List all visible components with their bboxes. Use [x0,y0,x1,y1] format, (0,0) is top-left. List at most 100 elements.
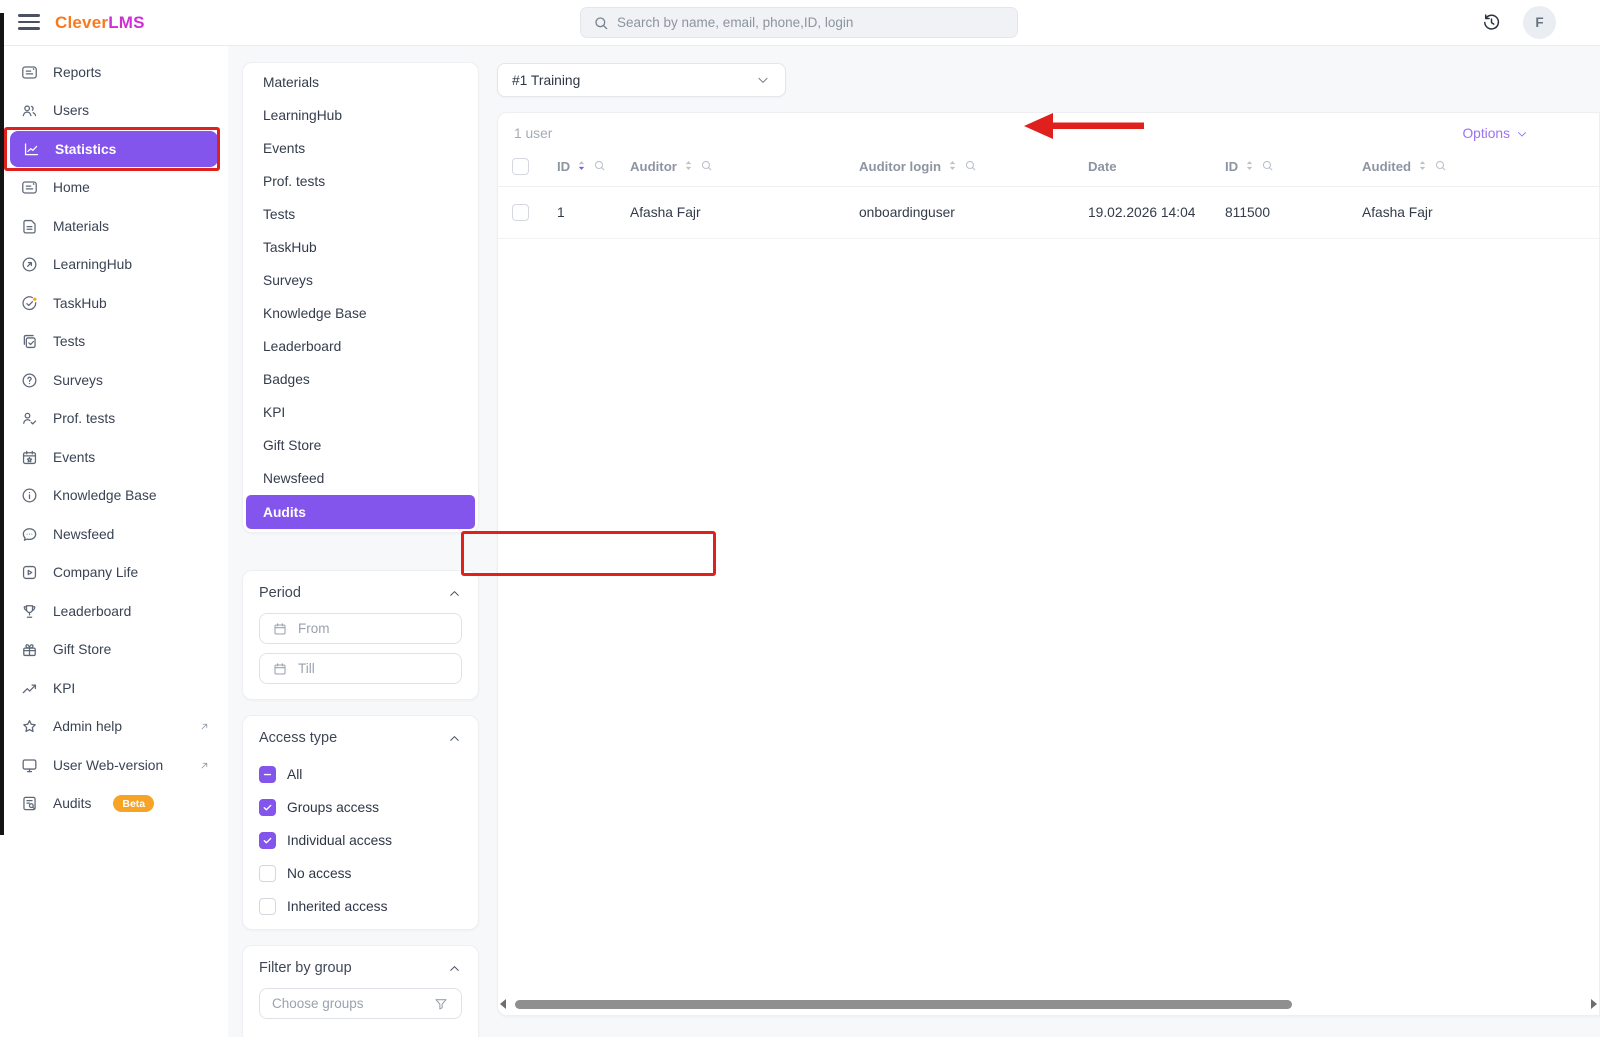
table-header-row: IDAuditorAuditor loginDateIDAudited [498,147,1599,187]
sidebar-item-prof-tests[interactable]: Prof. tests [0,399,228,438]
options-button[interactable]: Options [1462,126,1529,141]
sidebar-item-label: Events [53,450,95,465]
sidebar-item-label: Home [53,180,90,195]
column-search-icon[interactable] [1261,159,1274,175]
submenu-item-surveys[interactable]: Surveys [243,264,478,297]
sort-icon[interactable] [575,159,588,175]
sidebar-item-tests[interactable]: Tests [0,322,228,361]
sort-icon[interactable] [682,159,695,175]
sidebar-item-reports[interactable]: Reports [0,53,228,92]
row-checkbox[interactable] [512,204,529,221]
submenu-item-learninghub[interactable]: LearningHub [243,99,478,132]
sidebar-item-label: Tests [53,334,85,349]
sidebar-item-label: Users [53,103,89,118]
logo-clever: Clever [55,13,108,32]
submenu-item-knowledge-base[interactable]: Knowledge Base [243,297,478,330]
checkbox-checked[interactable] [259,832,276,849]
sidebar-item-audits[interactable]: AuditsBeta [0,784,228,823]
submenu-item-taskhub[interactable]: TaskHub [243,231,478,264]
sidebar-item-label: TaskHub [53,296,107,311]
access-option-no-access[interactable]: No access [259,857,462,890]
chevron-up-icon[interactable] [447,731,462,746]
sidebar-item-user-web-version[interactable]: User Web-version [0,746,228,785]
sidebar-item-events[interactable]: Events [0,438,228,477]
menu-toggle-icon[interactable] [18,14,40,30]
cell-date: 19.02.2026 14:04 [1088,205,1225,220]
submenu-item-badges[interactable]: Badges [243,363,478,396]
column-label: Auditor login [859,159,941,174]
scrollbar-track[interactable] [509,998,1588,1010]
history-button[interactable] [1475,6,1508,39]
audits-icon [20,794,39,813]
sidebar-item-taskhub[interactable]: TaskHub [0,284,228,323]
submenu-item-audits[interactable]: Audits [246,495,475,529]
column-header-auditor: Auditor [630,159,859,175]
course-selector-value: #1 Training [512,73,755,88]
column-search-icon[interactable] [964,159,977,175]
submenu-item-prof-tests[interactable]: Prof. tests [243,165,478,198]
submenu-item-leaderboard[interactable]: Leaderboard [243,330,478,363]
access-option-groups-access[interactable]: Groups access [259,791,462,824]
global-search[interactable] [580,7,1018,38]
sidebar-item-label: Reports [53,65,101,80]
checkbox-indeterminate[interactable] [259,766,276,783]
cell-audited: Afasha Fajr [1362,205,1599,220]
choose-groups-input[interactable]: Choose groups [259,988,462,1019]
sidebar-item-company-life[interactable]: Company Life [0,553,228,592]
scrollbar-thumb[interactable] [515,1000,1292,1009]
cell-auditor-login: onboardinguser [859,205,1088,220]
date-till-input[interactable]: Till [259,653,462,684]
sidebar-item-kpi[interactable]: KPI [0,669,228,708]
sort-icon[interactable] [1416,159,1429,175]
sidebar-item-label: Prof. tests [53,411,115,426]
submenu-item-tests[interactable]: Tests [243,198,478,231]
access-option-all[interactable]: All [259,758,462,791]
sidebar-item-label: Gift Store [53,642,111,657]
sidebar-item-home[interactable]: Home [0,168,228,207]
column-label: Date [1088,159,1117,174]
course-selector[interactable]: #1 Training [497,63,786,97]
global-search-input[interactable] [617,15,1005,30]
sidebar-item-label: Audits [53,796,91,811]
date-from-input[interactable]: From [259,613,462,644]
sort-icon[interactable] [946,159,959,175]
sidebar-item-materials[interactable]: Materials [0,207,228,246]
column-search-icon[interactable] [593,159,606,175]
chevron-up-icon[interactable] [447,961,462,976]
access-option-individual-access[interactable]: Individual access [259,824,462,857]
checkbox-checked[interactable] [259,799,276,816]
sidebar-item-learninghub[interactable]: LearningHub [0,245,228,284]
sidebar-item-label: Materials [53,219,109,234]
submenu-item-newsfeed[interactable]: Newsfeed [243,462,478,495]
sidebar-item-newsfeed[interactable]: Newsfeed [0,515,228,554]
column-label: Audited [1362,159,1411,174]
user-avatar[interactable]: F [1523,6,1556,39]
column-label: ID [557,159,570,174]
checkbox-unchecked[interactable] [259,865,276,882]
sidebar-item-leaderboard[interactable]: Leaderboard [0,592,228,631]
column-search-icon[interactable] [700,159,713,175]
sidebar-item-gift-store[interactable]: Gift Store [0,630,228,669]
sidebar-item-knowledge-base[interactable]: Knowledge Base [0,476,228,515]
left-edge-artifact [0,13,4,835]
submenu-item-gift-store[interactable]: Gift Store [243,429,478,462]
sidebar-item-users[interactable]: Users [0,92,228,131]
admin-help-icon [20,717,39,736]
scroll-left-arrow[interactable] [500,999,506,1009]
checkbox-unchecked[interactable] [259,898,276,915]
horizontal-scrollbar [500,996,1597,1012]
sidebar-item-statistics[interactable]: Statistics [10,131,218,167]
column-header-audited: Audited [1362,159,1599,175]
submenu-item-events[interactable]: Events [243,132,478,165]
select-all-checkbox[interactable] [512,158,529,175]
submenu-item-materials[interactable]: Materials [243,66,478,99]
submenu-item-kpi[interactable]: KPI [243,396,478,429]
sort-icon[interactable] [1243,159,1256,175]
group-filter-title: Filter by group [259,960,352,976]
scroll-right-arrow[interactable] [1591,999,1597,1009]
column-search-icon[interactable] [1434,159,1447,175]
sidebar-item-admin-help[interactable]: Admin help [0,707,228,746]
chevron-up-icon[interactable] [447,586,462,601]
access-option-inherited-access[interactable]: Inherited access [259,890,462,923]
sidebar-item-surveys[interactable]: Surveys [0,361,228,400]
